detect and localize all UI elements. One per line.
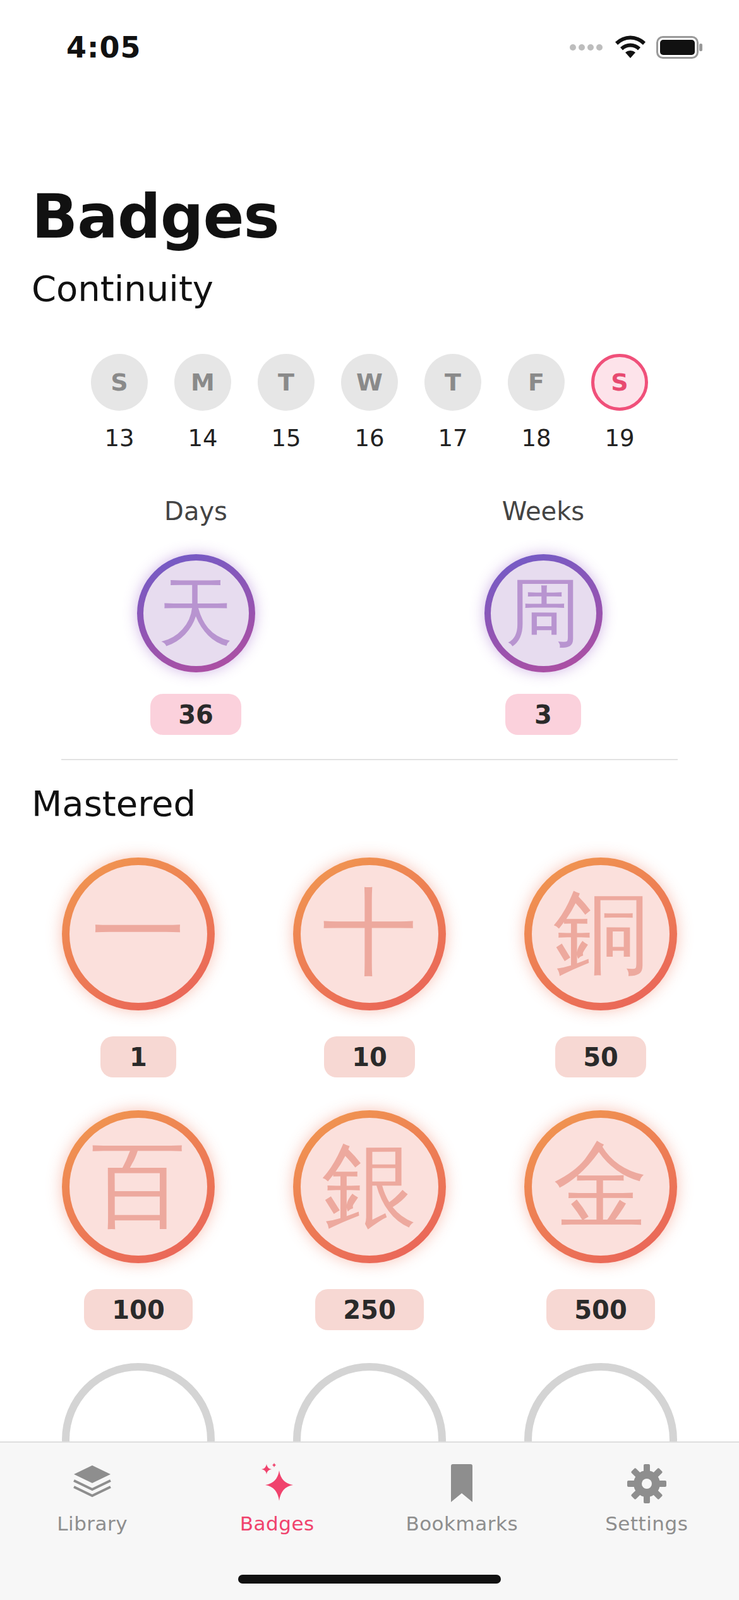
badge-fill: 銅 — [531, 864, 670, 1003]
badge-ring[interactable]: 金 — [524, 1109, 678, 1263]
badge-fill: 十 — [300, 864, 439, 1003]
day-date: 18 — [521, 424, 551, 452]
day-circle[interactable]: T — [424, 353, 482, 411]
badge-fill: 一 — [69, 864, 208, 1003]
badge-count: 50 — [555, 1035, 647, 1077]
badge-ring[interactable]: 一 — [61, 857, 215, 1010]
streak-ring[interactable]: 天 — [137, 553, 256, 673]
badge-count: 250 — [315, 1288, 424, 1330]
section-divider — [61, 758, 678, 760]
badge-count: 10 — [324, 1035, 415, 1077]
badge-count: 500 — [546, 1288, 655, 1330]
page-title: Badges — [31, 181, 739, 252]
day-circle[interactable]: S — [591, 353, 649, 411]
streak-count: 3 — [505, 693, 582, 735]
streak-badge[interactable]: Days 天 36 — [22, 495, 370, 735]
streaks: Days 天 36 Weeks 周 3 — [0, 495, 739, 735]
mastered-badge[interactable]: 金 500 — [485, 1109, 717, 1330]
day-letter: M — [190, 368, 215, 397]
badge-kanji: 一 — [90, 869, 186, 998]
week-day[interactable]: F 18 — [494, 353, 578, 452]
streak-kanji: 周 — [505, 562, 581, 664]
mastered-badge[interactable]: 銅 50 — [485, 857, 717, 1077]
week-day[interactable]: W 16 — [327, 353, 412, 452]
mastered-badge[interactable]: 一1 — [22, 857, 254, 1077]
bookmark-icon — [439, 1460, 484, 1506]
tab-bar: Library Badges Bookmarks Settings — [0, 1440, 739, 1600]
badge-count: 1 — [100, 1035, 177, 1077]
day-date: 13 — [104, 424, 134, 452]
home-indicator — [238, 1574, 501, 1583]
badge-fill: 金 — [531, 1117, 670, 1256]
day-letter: S — [110, 368, 128, 397]
mastered-heading: Mastered — [31, 781, 739, 826]
badge-kanji: 百 — [90, 1122, 186, 1250]
streak-count: 36 — [150, 693, 242, 735]
streak-badge[interactable]: Weeks 周 3 — [369, 495, 717, 735]
badge-ring[interactable]: 銀 — [293, 1109, 446, 1263]
week-day[interactable]: T 15 — [244, 353, 328, 452]
week-day[interactable]: T 17 — [411, 353, 495, 452]
status-icons — [569, 35, 703, 60]
tab-label: Bookmarks — [405, 1511, 518, 1535]
streak-kanji: 天 — [158, 562, 234, 664]
tab-label: Badges — [240, 1511, 315, 1535]
gear-icon — [624, 1460, 669, 1506]
day-letter: F — [528, 368, 545, 397]
badge-kanji: 銅 — [553, 869, 649, 998]
badge-kanji: 銀 — [322, 1122, 417, 1250]
tab-label: Settings — [605, 1511, 688, 1535]
continuity-heading: Continuity — [31, 266, 739, 311]
status-time: 4:05 — [66, 30, 141, 65]
day-date: 14 — [187, 424, 218, 452]
layers-icon — [70, 1460, 115, 1506]
streak-label: Days — [164, 495, 228, 527]
day-letter: T — [277, 368, 295, 397]
streak-fill: 天 — [143, 560, 249, 666]
day-letter: S — [610, 368, 628, 397]
badge-kanji: 十 — [322, 869, 417, 998]
week-day[interactable]: M 14 — [161, 353, 245, 452]
day-letter: T — [444, 368, 462, 397]
week-day[interactable]: S 13 — [77, 353, 162, 452]
mastered-grid: 一1十10銅50百100銀250金500 — [0, 857, 739, 1516]
badge-fill: 銀 — [300, 1117, 439, 1256]
badge-kanji: 金 — [553, 1122, 649, 1250]
day-date: 19 — [604, 424, 635, 452]
mastered-badge[interactable]: 百 100 — [22, 1109, 254, 1330]
tab-label: Library — [56, 1511, 128, 1535]
badge-ring[interactable]: 十 — [293, 857, 446, 1010]
status-bar: 4:05 — [0, 0, 739, 95]
badge-ring[interactable]: 銅 — [524, 857, 678, 1010]
day-date: 15 — [270, 424, 301, 452]
day-date: 16 — [354, 424, 385, 452]
week-row: S 13 M 14 T 15 W 16 T 17 F 18 S 19 — [0, 353, 739, 452]
day-letter: W — [356, 368, 383, 397]
signal-icon — [569, 42, 605, 52]
streak-label: Weeks — [502, 495, 585, 527]
day-circle[interactable]: F — [507, 353, 565, 411]
mastered-badge[interactable]: 十 10 — [253, 857, 486, 1077]
day-circle[interactable]: S — [90, 353, 148, 411]
week-day[interactable]: S 19 — [577, 353, 662, 452]
badge-count: 100 — [84, 1288, 193, 1330]
day-circle[interactable]: W — [341, 353, 398, 411]
streak-ring[interactable]: 周 — [484, 553, 603, 673]
tab[interactable]: Settings — [554, 1441, 739, 1600]
streak-fill: 周 — [490, 560, 597, 666]
wifi-icon — [614, 35, 647, 60]
battery-icon — [656, 36, 703, 59]
day-circle[interactable]: T — [257, 353, 315, 411]
sparkle-icon — [255, 1460, 300, 1506]
badge-fill: 百 — [69, 1117, 208, 1256]
day-circle[interactable]: M — [174, 353, 232, 411]
badge-ring[interactable]: 百 — [61, 1109, 215, 1263]
tab[interactable]: Library — [0, 1441, 186, 1600]
day-date: 17 — [437, 424, 468, 452]
mastered-badge[interactable]: 銀 250 — [253, 1109, 486, 1330]
